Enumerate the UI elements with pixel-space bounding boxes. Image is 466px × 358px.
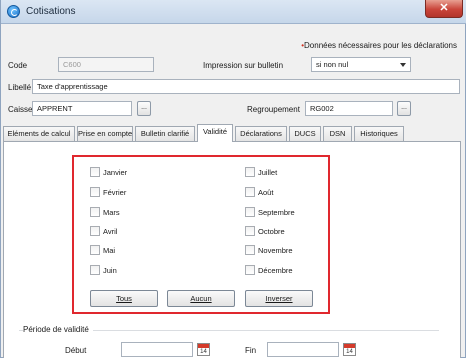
impression-select[interactable]: si non nul [311,57,411,72]
regroupement-field[interactable]: RG002 [305,101,393,116]
caisse-field[interactable]: APPRENT [32,101,132,116]
tab-elements-de-calcul[interactable]: Eléments de calcul [3,126,75,141]
tab-dsn[interactable]: DSN [323,126,352,141]
required-note-text: Données nécessaires pour les déclaration… [304,41,457,50]
calendar-day: 14 [346,349,353,355]
required-data-note: •Données nécessaires pour les déclaratio… [301,41,457,50]
app-icon [7,5,20,18]
calendar-icon-fin[interactable]: 14 [343,343,356,356]
title-bar: Cotisations ✕ [1,0,466,24]
caisse-browse-button[interactable]: ... [137,101,151,116]
tab-historiques[interactable]: Historiques [354,126,404,141]
impression-label: Impression sur bulletin [203,61,284,70]
libelle-label: Libellé [8,83,32,92]
periode-group-label: Période de validité [23,325,93,334]
regroupement-label: Regroupement [247,105,300,114]
debut-label: Début [65,346,87,355]
window-title: Cotisations [26,6,76,17]
tab-declarations[interactable]: Déclarations [235,126,287,141]
debut-date-field[interactable] [121,342,193,357]
libelle-field[interactable]: Taxe d'apprentissage [32,79,460,94]
cotisations-window: Cotisations ✕ •Données nécessaires pour … [0,0,466,358]
tab-validite[interactable]: Validité [197,124,233,142]
close-button[interactable]: ✕ [425,0,463,18]
tab-ducs[interactable]: DUCS [289,126,321,141]
caisse-label: Caisse [8,105,33,114]
calendar-day: 14 [200,349,207,355]
regroupement-browse-button[interactable]: ... [397,101,411,116]
fin-date-field[interactable] [267,342,339,357]
month-selection-highlight [72,155,330,314]
calendar-icon-debut[interactable]: 14 [197,343,210,356]
tab-prise-en-compte[interactable]: Prise en compte [77,126,133,141]
code-field[interactable]: C600 [58,57,154,72]
fin-label: Fin [245,346,257,355]
impression-select-value: si non nul [316,60,349,69]
chevron-down-icon [400,63,406,67]
code-label: Code [8,61,28,70]
tab-bulletin-clarifie[interactable]: Bulletin clarifié [135,126,195,141]
